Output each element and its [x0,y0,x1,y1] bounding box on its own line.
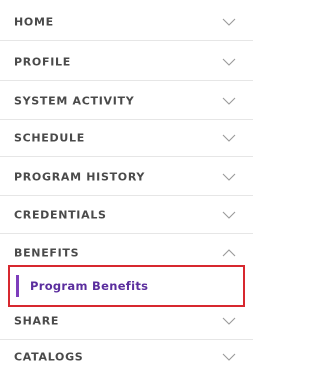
chevron-down-icon [222,317,236,325]
nav-item-share[interactable]: SHARE [0,302,253,340]
chevron-down-icon [222,173,236,181]
nav-item-profile[interactable]: PROFILE [0,43,253,81]
nav-item-benefits[interactable]: BENEFITS [0,236,253,266]
sub-item-program-benefits[interactable]: Program Benefits [8,265,245,307]
nav-item-system-activity[interactable]: SYSTEM ACTIVITY [0,82,253,120]
nav-item-catalogs[interactable]: CATALOGS [0,338,253,376]
chevron-down-icon [222,134,236,142]
nav-item-label: SHARE [14,314,60,327]
nav-item-schedule[interactable]: SCHEDULE [0,119,253,157]
active-indicator [16,275,19,297]
nav-item-label: BENEFITS [14,246,80,260]
nav-item-label: SCHEDULE [14,131,85,144]
nav-item-label: HOME [14,15,54,28]
nav-item-home[interactable]: HOME [0,3,253,41]
nav-item-label: PROGRAM HISTORY [14,170,146,183]
sidebar-nav: HOME PROFILE SYSTEM ACTIVITY SCHEDULE PR… [0,0,253,367]
nav-item-label: PROFILE [14,55,71,68]
chevron-down-icon [222,58,236,66]
nav-item-label: CREDENTIALS [14,208,107,221]
sub-item-label: Program Benefits [30,279,149,293]
nav-item-label: CATALOGS [14,350,84,364]
chevron-down-icon [222,18,236,26]
chevron-down-icon [222,211,236,219]
chevron-down-icon [222,353,236,361]
chevron-up-icon [222,249,236,257]
nav-item-program-history[interactable]: PROGRAM HISTORY [0,158,253,196]
nav-item-credentials[interactable]: CREDENTIALS [0,196,253,234]
nav-item-label: SYSTEM ACTIVITY [14,94,135,107]
chevron-down-icon [222,97,236,105]
